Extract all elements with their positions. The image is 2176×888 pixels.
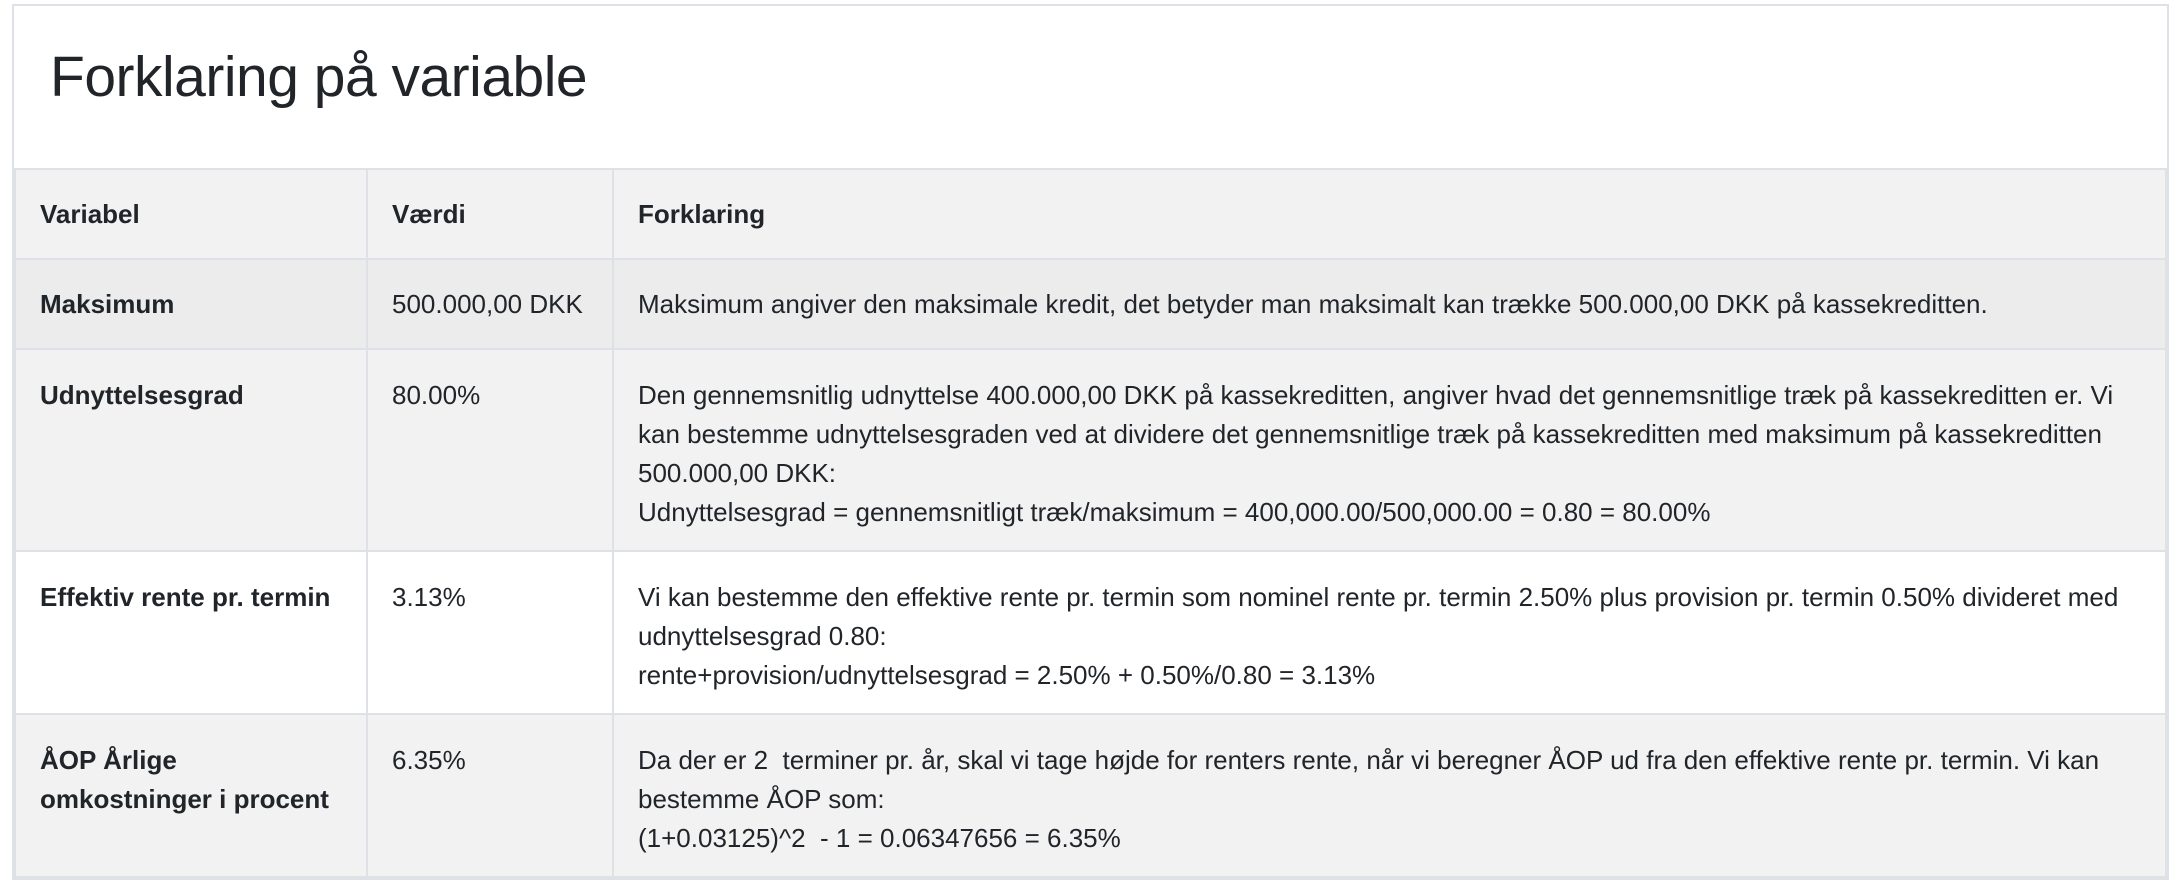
explanation-formula: rente+provision/udnyttelsesgrad = 2.50% … bbox=[638, 660, 1376, 690]
explanation-line: Vi kan bestemme den effektive rente pr. … bbox=[638, 582, 2126, 651]
row-explanation: Da der er 2 terminer pr. år, skal vi tag… bbox=[612, 713, 2167, 878]
row-value: 80.00% bbox=[366, 348, 614, 552]
row-variable: Udnyttelsesgrad bbox=[14, 348, 368, 552]
row-variable: Effektiv rente pr. termin bbox=[14, 550, 368, 715]
table-row: Effektiv rente pr. termin 3.13% Vi kan b… bbox=[14, 550, 2167, 715]
row-variable: ÅOP Årlige omkostninger i procent bbox=[14, 713, 368, 878]
explanation-formula: (1+0.03125)^2 - 1 = 0.06347656 = 6.35% bbox=[638, 823, 1121, 853]
header-value: Værdi bbox=[366, 168, 614, 260]
table-row: ÅOP Årlige omkostninger i procent 6.35% … bbox=[14, 713, 2167, 878]
explanation-line: Maksimum angiver den maksimale kredit, d… bbox=[638, 288, 1988, 319]
row-explanation: Den gennemsnitlig udnyttelse 400.000,00 … bbox=[612, 348, 2167, 552]
row-variable: Maksimum bbox=[14, 258, 368, 350]
explanation-line: Da der er 2 terminer pr. år, skal vi tag… bbox=[638, 745, 2107, 814]
row-value: 6.35% bbox=[366, 713, 614, 878]
table-header-row: Variabel Værdi Forklaring bbox=[14, 168, 2167, 260]
explanation-formula: Udnyttelsesgrad = gennemsnitligt træk/ma… bbox=[638, 497, 1711, 527]
row-value: 3.13% bbox=[366, 550, 614, 715]
row-value: 500.000,00 DKK bbox=[366, 258, 614, 350]
variables-panel: Forklaring på variable Variabel Værdi Fo… bbox=[12, 4, 2169, 880]
page-title: Forklaring på variable bbox=[50, 45, 588, 109]
row-explanation: Vi kan bestemme den effektive rente pr. … bbox=[612, 550, 2167, 715]
row-explanation: Maksimum angiver den maksimale kredit, d… bbox=[612, 258, 2167, 350]
header-explanation: Forklaring bbox=[612, 168, 2167, 260]
header-variable: Variabel bbox=[14, 168, 368, 260]
table-row: Maksimum 500.000,00 DKK Maksimum angiver… bbox=[14, 258, 2167, 350]
explanation-line: Den gennemsnitlig udnyttelse 400.000,00 … bbox=[638, 380, 2121, 488]
variables-table: Variabel Værdi Forklaring Maksimum 500.0… bbox=[14, 168, 2167, 878]
table-row: Udnyttelsesgrad 80.00% Den gennemsnitlig… bbox=[14, 348, 2167, 552]
